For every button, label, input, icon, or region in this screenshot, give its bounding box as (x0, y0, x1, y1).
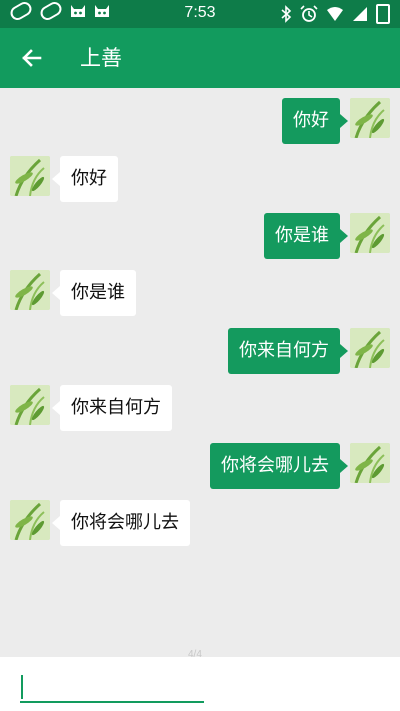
bluetooth-icon (281, 5, 292, 23)
message-row: 你是谁 (0, 270, 400, 318)
outgoing-bubble[interactable]: 你将会哪儿去 (210, 443, 348, 489)
app-bar: 上善 (0, 28, 400, 88)
message-row: 你是谁 (0, 213, 400, 261)
wifi-icon (327, 7, 343, 21)
outgoing-bubble[interactable]: 你是谁 (264, 213, 348, 259)
message-row: 你来自何方 (0, 328, 400, 376)
message-row: 你将会哪儿去 (0, 443, 400, 491)
avatar[interactable] (10, 270, 50, 310)
back-arrow-icon[interactable] (18, 44, 46, 72)
message-list[interactable]: 你好 你好 你是谁 你是谁 你来自何方 你来自何方 你将会哪儿去 你将会哪儿去 (0, 88, 400, 656)
message-row: 你来自何方 (0, 385, 400, 433)
battery-icon (376, 4, 390, 24)
status-bar: 7:53 (0, 0, 400, 28)
message-input[interactable] (20, 671, 204, 703)
avatar[interactable] (10, 385, 50, 425)
chat-screen: 7:53 上善 你好 你好 你是谁 你是谁 你来自何方 你来自何方 你将会哪儿去… (0, 0, 400, 711)
avatar[interactable] (350, 213, 390, 253)
signal-icon (353, 7, 367, 21)
avatar[interactable] (350, 443, 390, 483)
page-title: 上善 (80, 46, 122, 70)
avatar[interactable] (10, 156, 50, 196)
message-row: 你好 (0, 156, 400, 204)
avatar[interactable] (350, 328, 390, 368)
avatar[interactable] (10, 500, 50, 540)
text-cursor (21, 675, 23, 699)
alarm-icon (300, 5, 318, 22)
avatar[interactable] (350, 98, 390, 138)
incoming-bubble[interactable]: 你是谁 (52, 270, 136, 316)
input-bar (0, 657, 400, 711)
outgoing-bubble[interactable]: 你来自何方 (228, 328, 348, 374)
incoming-bubble[interactable]: 你好 (52, 156, 118, 202)
outgoing-bubble[interactable]: 你好 (282, 98, 348, 144)
message-row: 你将会哪儿去 (0, 500, 400, 548)
status-right-icons (280, 4, 390, 24)
message-row: 你好 (0, 98, 400, 146)
incoming-bubble[interactable]: 你将会哪儿去 (52, 500, 190, 546)
incoming-bubble[interactable]: 你来自何方 (52, 385, 172, 431)
